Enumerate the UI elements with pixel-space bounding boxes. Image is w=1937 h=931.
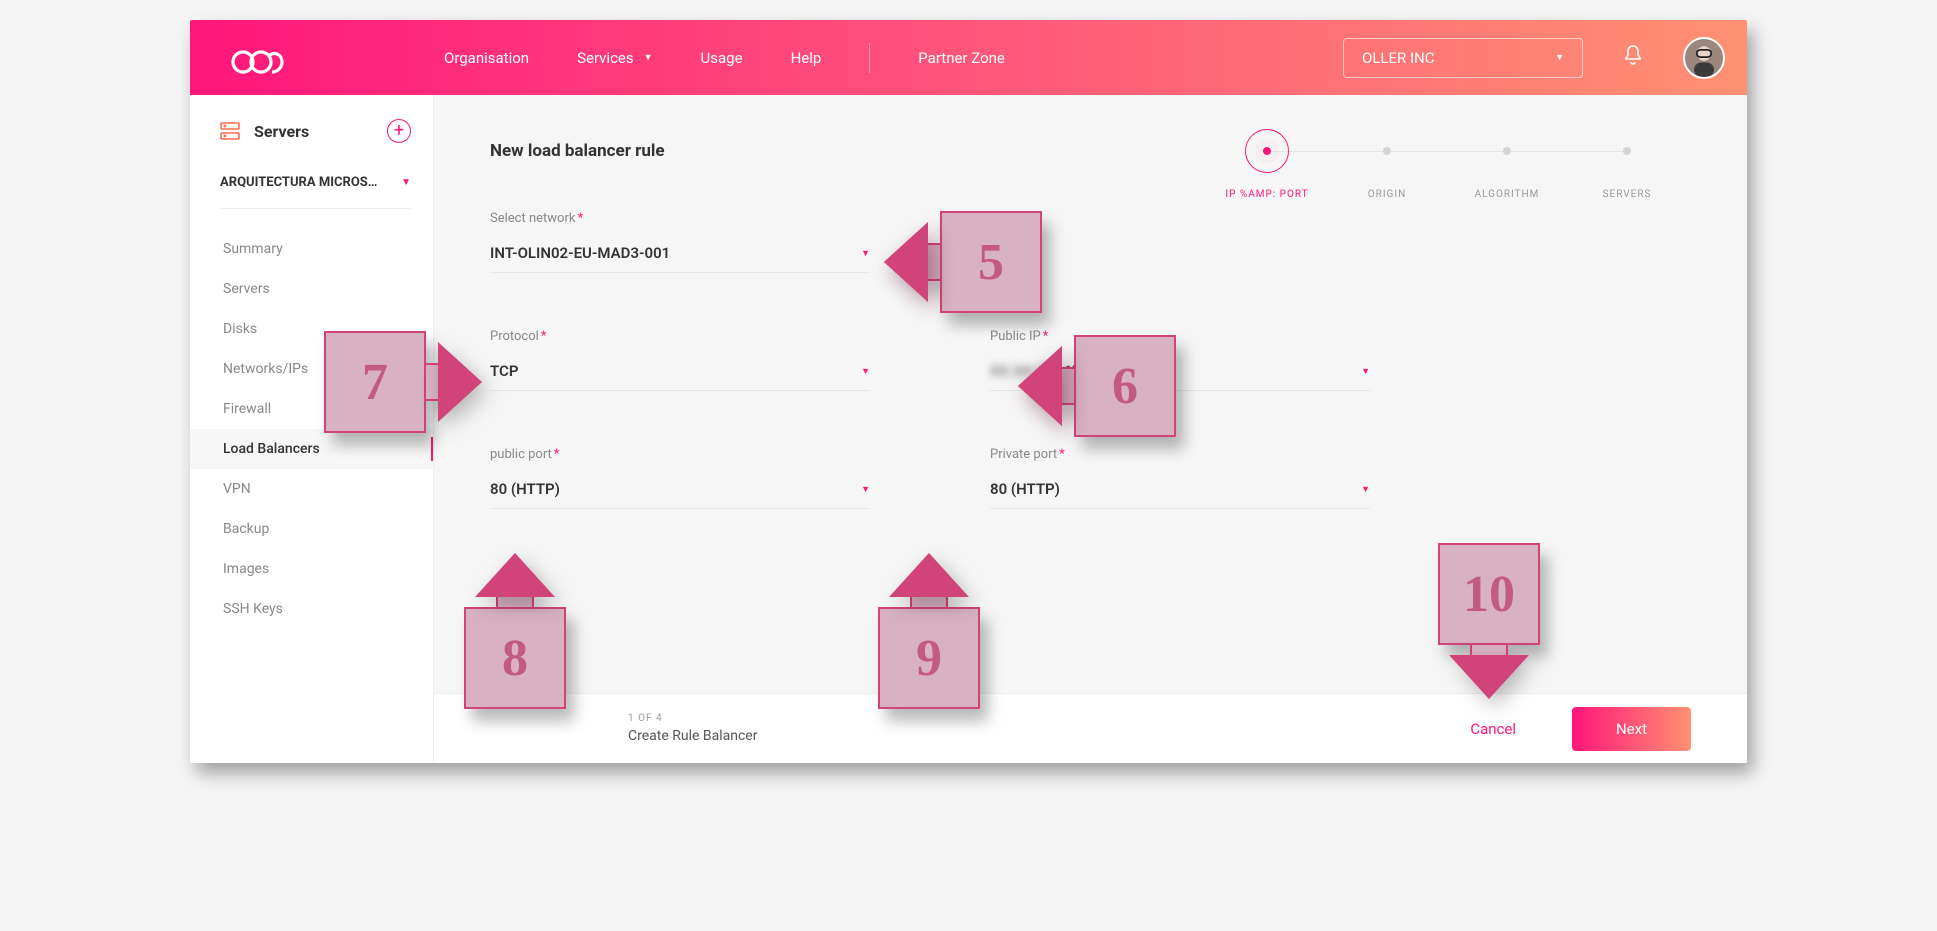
sidebar-item-servers[interactable]: Servers bbox=[190, 269, 433, 309]
footer-subtitle: Create Rule Balancer bbox=[628, 728, 757, 744]
avatar[interactable] bbox=[1683, 37, 1725, 79]
wizard-footer: 1 OF 4 Create Rule Balancer Cancel Next bbox=[434, 693, 1747, 763]
sidebar-item-networks-ips[interactable]: Networks/IPs bbox=[190, 349, 433, 389]
network-select[interactable]: INT-OLIN02-EU-MAD3-001 ▼ bbox=[490, 244, 870, 273]
top-header: Organisation Services▼ Usage Help Partne… bbox=[190, 20, 1747, 95]
sidebar-item-vpn[interactable]: VPN bbox=[190, 469, 433, 509]
main-nav: Organisation Services▼ Usage Help Partne… bbox=[444, 43, 1005, 73]
servers-icon bbox=[220, 122, 240, 140]
field-public-port: public port* 80 (HTTP) ▼ bbox=[490, 447, 870, 509]
step-servers[interactable]: SERVERS bbox=[1567, 129, 1687, 200]
chevron-down-icon: ▼ bbox=[1555, 52, 1564, 63]
step-ip-port[interactable]: IP %AMP: PORT bbox=[1207, 129, 1327, 200]
app-frame: Organisation Services▼ Usage Help Partne… bbox=[190, 20, 1747, 763]
sidebar-item-ssh-keys[interactable]: SSH Keys bbox=[190, 589, 433, 629]
nav-help[interactable]: Help bbox=[791, 49, 822, 67]
private-port-label: Private port* bbox=[990, 447, 1370, 462]
step-origin[interactable]: ORIGIN bbox=[1327, 129, 1447, 200]
sidebar-item-images[interactable]: Images bbox=[190, 549, 433, 589]
project-label: ARQUITECTURA MICROS… bbox=[220, 175, 377, 190]
protocol-label: Protocol* bbox=[490, 329, 870, 344]
field-private-port: Private port* 80 (HTTP) ▼ bbox=[990, 447, 1370, 509]
logo-icon bbox=[228, 41, 284, 75]
nav-partner-zone[interactable]: Partner Zone bbox=[918, 49, 1005, 67]
wizard-stepper: IP %AMP: PORT ORIGIN ALGORITHM SERV bbox=[1207, 129, 1687, 200]
sidebar: Servers + ARQUITECTURA MICROS… ▼ Summary… bbox=[190, 95, 434, 763]
bell-icon[interactable] bbox=[1623, 44, 1643, 71]
chevron-down-icon: ▼ bbox=[861, 248, 870, 259]
public-port-value: 80 (HTTP) bbox=[490, 480, 560, 498]
sidebar-nav: Summary Servers Disks Networks/IPs Firew… bbox=[190, 229, 433, 629]
protocol-value: TCP bbox=[490, 362, 518, 380]
private-port-select[interactable]: 80 (HTTP) ▼ bbox=[990, 480, 1370, 509]
network-value: INT-OLIN02-EU-MAD3-001 bbox=[490, 244, 670, 262]
protocol-select[interactable]: TCP ▼ bbox=[490, 362, 870, 391]
chevron-down-icon: ▼ bbox=[401, 177, 411, 188]
field-network: Select network* INT-OLIN02-EU-MAD3-001 ▼ bbox=[490, 211, 870, 273]
public-ip-value: XX.XX.XX.17 bbox=[990, 362, 1081, 380]
nav-divider bbox=[869, 43, 870, 73]
sidebar-item-load-balancers[interactable]: Load Balancers bbox=[190, 429, 433, 469]
org-select[interactable]: OLLER INC ▼ bbox=[1343, 38, 1583, 78]
sidebar-title: Servers bbox=[254, 122, 309, 141]
nav-organisation[interactable]: Organisation bbox=[444, 49, 529, 67]
public-ip-label: Public IP* bbox=[990, 329, 1370, 344]
chevron-down-icon: ▼ bbox=[861, 366, 870, 377]
step-algorithm[interactable]: ALGORITHM bbox=[1447, 129, 1567, 200]
chevron-down-icon: ▼ bbox=[861, 484, 870, 495]
step-counter: 1 OF 4 bbox=[628, 713, 757, 724]
sidebar-item-firewall[interactable]: Firewall bbox=[190, 389, 433, 429]
project-select[interactable]: ARQUITECTURA MICROS… ▼ bbox=[190, 175, 433, 208]
main-panel: New load balancer rule IP %AMP: PORT ORI… bbox=[434, 95, 1747, 763]
nav-services[interactable]: Services▼ bbox=[577, 49, 652, 67]
chevron-down-icon: ▼ bbox=[1361, 484, 1370, 495]
private-port-value: 80 (HTTP) bbox=[990, 480, 1060, 498]
field-public-ip: Public IP* XX.XX.XX.17 ▼ bbox=[990, 329, 1370, 391]
public-port-select[interactable]: 80 (HTTP) ▼ bbox=[490, 480, 870, 509]
sidebar-divider bbox=[220, 208, 411, 209]
cancel-button[interactable]: Cancel bbox=[1470, 720, 1516, 738]
sidebar-item-backup[interactable]: Backup bbox=[190, 509, 433, 549]
public-port-label: public port* bbox=[490, 447, 870, 462]
nav-usage[interactable]: Usage bbox=[701, 49, 743, 67]
add-button[interactable]: + bbox=[387, 119, 411, 143]
field-protocol: Protocol* TCP ▼ bbox=[490, 329, 870, 391]
network-label: Select network* bbox=[490, 211, 870, 226]
public-ip-select[interactable]: XX.XX.XX.17 ▼ bbox=[990, 362, 1370, 391]
next-button[interactable]: Next bbox=[1572, 707, 1691, 751]
sidebar-item-disks[interactable]: Disks bbox=[190, 309, 433, 349]
chevron-down-icon: ▼ bbox=[644, 52, 653, 63]
chevron-down-icon: ▼ bbox=[1361, 366, 1370, 377]
org-select-label: OLLER INC bbox=[1362, 49, 1435, 67]
sidebar-item-summary[interactable]: Summary bbox=[190, 229, 433, 269]
